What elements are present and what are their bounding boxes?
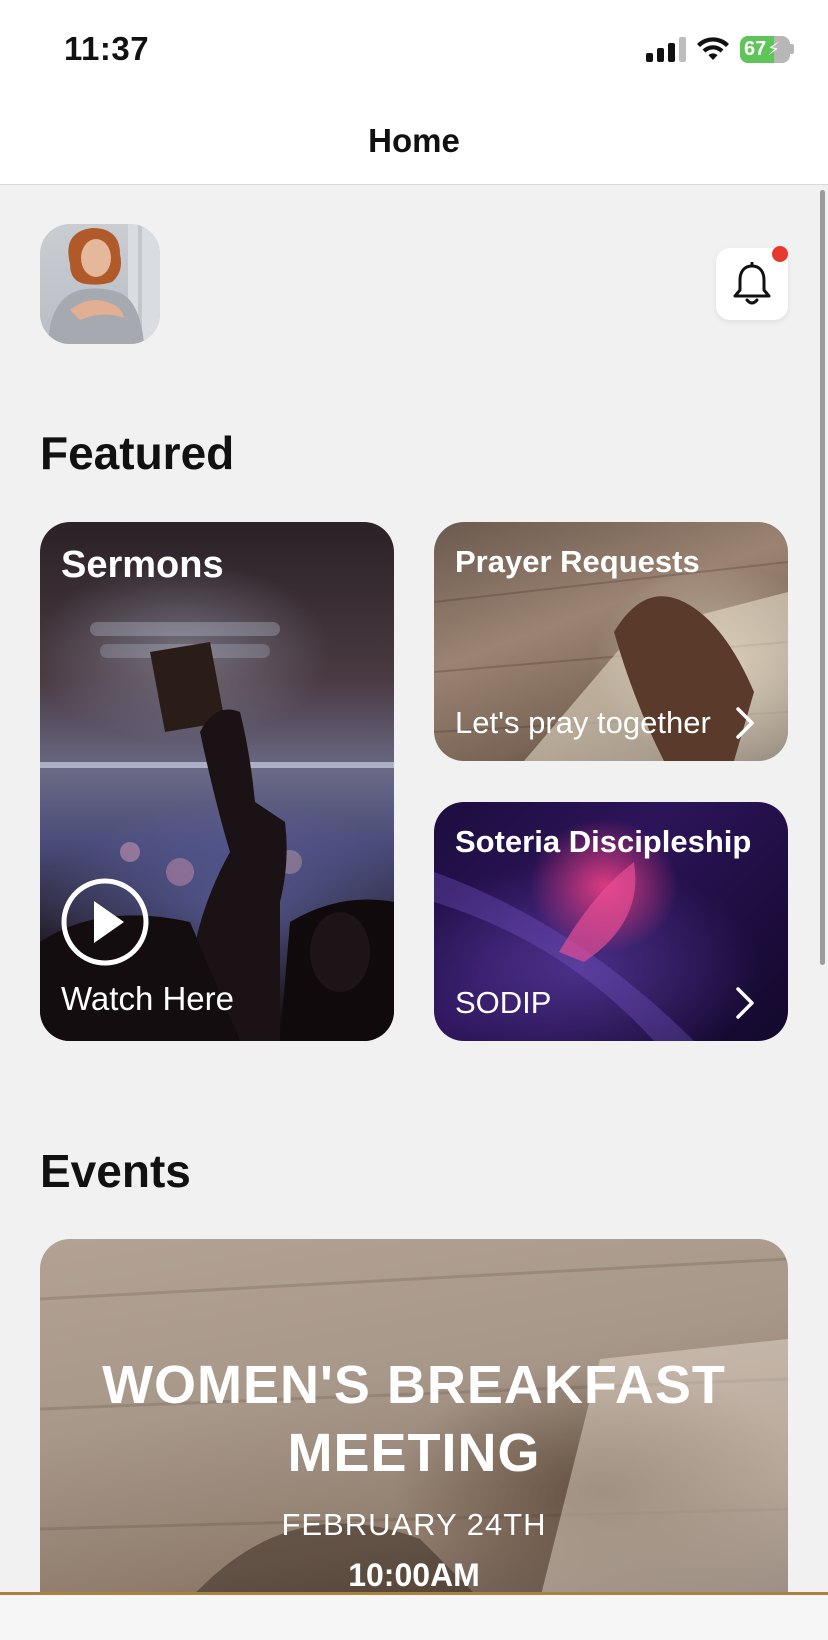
notifications-button[interactable] [716, 246, 788, 320]
events-heading: Events [40, 1145, 191, 1197]
sermons-subtitle: Watch Here [61, 980, 234, 1017]
scroll-indicator[interactable] [820, 190, 825, 965]
event-title: WOMEN'S BREAKFAST MEETING [102, 1355, 726, 1483]
featured-heading: Featured [40, 427, 235, 479]
event-time: 10:00AM [348, 1557, 480, 1593]
chevron-right-icon[interactable] [734, 986, 756, 1020]
navigation-bar: Home [0, 98, 828, 185]
battery-level: 67 [744, 37, 767, 60]
page-title: Home [368, 122, 460, 159]
avatar-photo [48, 224, 160, 344]
soteria-title: Soteria Discipleship [455, 824, 752, 859]
cellular-signal-icon [646, 36, 686, 62]
profile-avatar[interactable] [40, 224, 160, 344]
play-circle-icon[interactable] [60, 877, 150, 967]
sermons-card[interactable]: Sermons Watch Here [40, 522, 394, 1041]
soteria-discipleship-card[interactable]: Soteria Discipleship SODIP [434, 802, 788, 1041]
prayer-requests-subtitle: Let's pray together [455, 705, 711, 740]
prayer-requests-title: Prayer Requests [455, 544, 700, 579]
chevron-right-icon[interactable] [734, 706, 756, 740]
bell-icon [733, 262, 771, 305]
status-time: 11:37 [64, 30, 150, 67]
unread-badge [772, 246, 788, 262]
status-icons: 67 ⚡ [646, 34, 794, 64]
event-date: FEBRUARY 24TH [281, 1507, 547, 1542]
tab-bar [0, 1592, 828, 1640]
wifi-icon [697, 37, 729, 60]
event-card[interactable]: WOMEN'S BREAKFAST MEETING FEBRUARY 24TH … [40, 1239, 788, 1599]
prayer-requests-card[interactable]: Prayer Requests Let's pray together [434, 522, 788, 761]
charging-bolt-icon: ⚡ [767, 38, 780, 59]
battery-icon: 67 ⚡ [740, 35, 790, 63]
sermons-title: Sermons [61, 544, 224, 586]
status-bar: 11:37 67 ⚡ [0, 0, 828, 98]
soteria-subtitle: SODIP [455, 985, 552, 1020]
